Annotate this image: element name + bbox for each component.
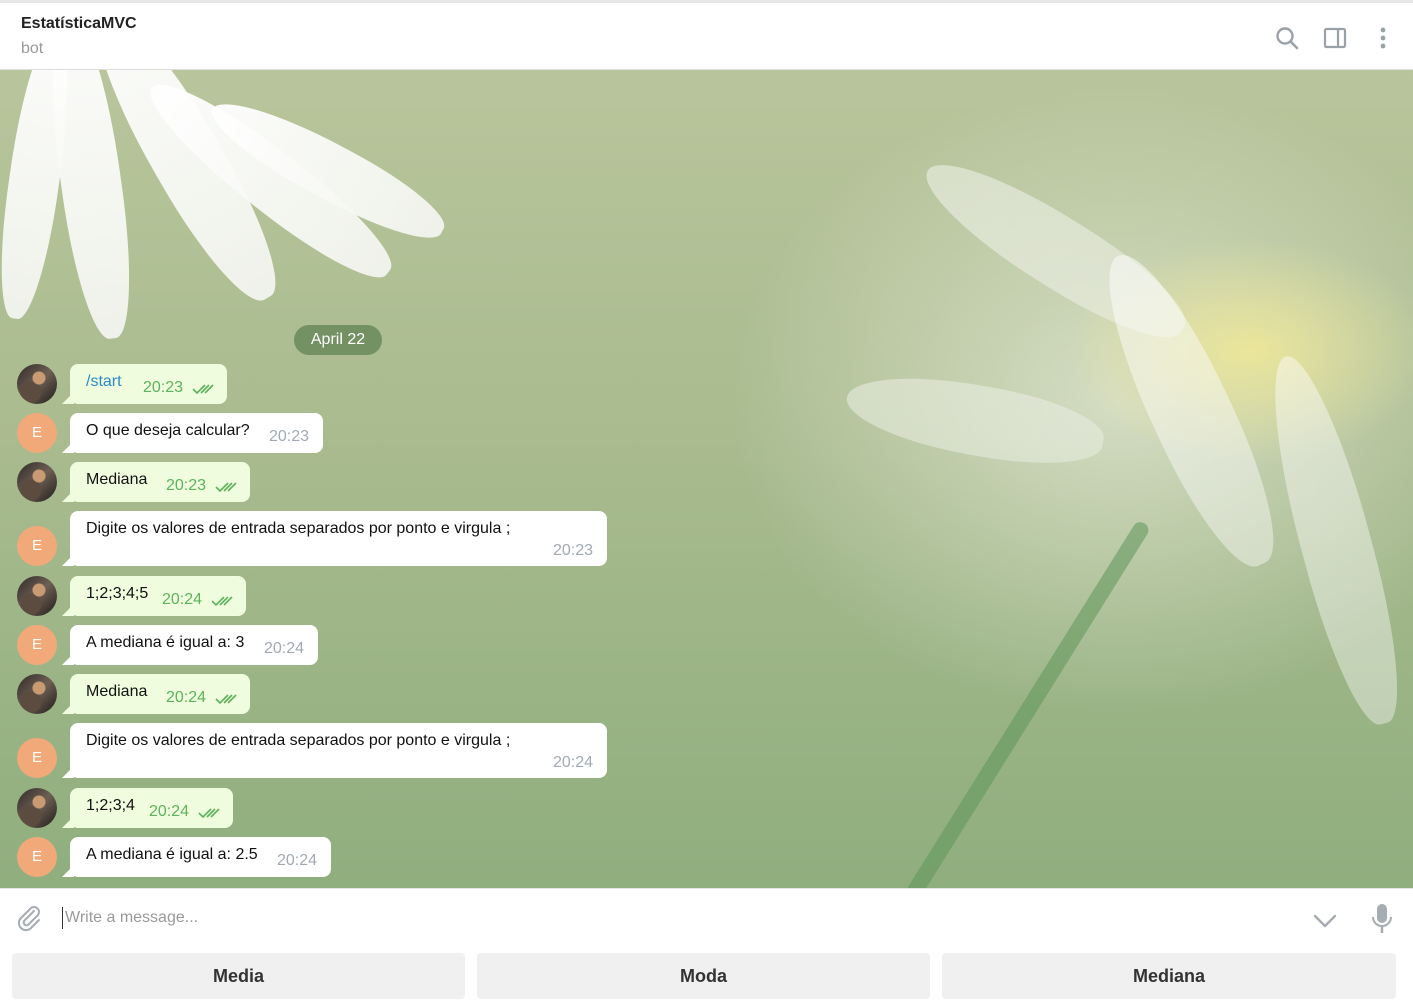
wallpaper-petal	[1252, 347, 1413, 733]
chat-title[interactable]: EstatísticaMVC	[21, 15, 137, 33]
outgoing-message[interactable]: 1;2;3;4;5 20:24	[70, 576, 246, 616]
message-composer: Write a message...	[0, 888, 1413, 949]
date-badge: April 22	[294, 325, 382, 355]
wallpaper-petal	[1081, 239, 1299, 581]
message-time: 20:23	[166, 477, 207, 494]
side-panel-icon[interactable]	[1322, 25, 1348, 51]
message-time: 20:24	[553, 754, 594, 771]
message-text: Digite os valores de entrada separados p…	[86, 520, 511, 537]
incoming-message[interactable]: Digite os valores de entrada separados p…	[70, 723, 607, 778]
bot-avatar[interactable]: E	[17, 738, 57, 778]
double-check-icon	[215, 694, 237, 705]
double-check-icon	[198, 808, 220, 819]
outgoing-message[interactable]: 1;2;3;4 20:24	[70, 788, 233, 828]
incoming-message[interactable]: O que deseja calcular? 20:23	[70, 413, 323, 453]
message-input[interactable]: Write a message...	[62, 907, 198, 929]
more-vertical-icon[interactable]	[1370, 25, 1396, 51]
chat-area[interactable]: April 22 /start 20:23 E O que deseja cal…	[0, 70, 1413, 888]
message-time: 20:23	[553, 542, 594, 559]
keyboard-button-mediana[interactable]: Mediana	[942, 953, 1396, 999]
paperclip-icon[interactable]	[14, 903, 44, 933]
message-time: 20:23	[269, 428, 310, 445]
chevron-down-icon[interactable]	[1312, 907, 1338, 933]
message-text: A mediana é igual a: 2.5	[86, 846, 258, 863]
bot-avatar[interactable]: E	[17, 413, 57, 453]
message-text: 1;2;3;4;5	[86, 585, 149, 602]
chat-subtitle: bot	[21, 40, 44, 57]
double-check-icon	[192, 384, 214, 395]
double-check-icon	[215, 482, 237, 493]
message-time: 20:24	[149, 803, 190, 820]
user-avatar[interactable]	[17, 788, 57, 828]
search-icon[interactable]	[1274, 25, 1300, 51]
message-text: 1;2;3;4	[86, 797, 135, 814]
user-avatar[interactable]	[17, 462, 57, 502]
bot-avatar[interactable]: E	[17, 625, 57, 665]
message-time: 20:24	[264, 640, 305, 657]
message-time: 20:24	[277, 852, 318, 869]
outgoing-message[interactable]: /start 20:23	[70, 364, 227, 404]
incoming-message[interactable]: A mediana é igual a: 2.5 20:24	[70, 837, 331, 877]
chat-header: EstatísticaMVC bot	[0, 0, 1413, 70]
message-text: O que deseja calcular?	[86, 422, 250, 439]
user-avatar[interactable]	[17, 576, 57, 616]
outgoing-message[interactable]: Mediana 20:23	[70, 462, 250, 502]
keyboard-button-moda[interactable]: Moda	[477, 953, 930, 999]
message-text: Mediana	[86, 683, 148, 700]
message-text: A mediana é igual a: 3	[86, 634, 245, 651]
microphone-icon[interactable]	[1369, 903, 1395, 935]
bot-avatar[interactable]: E	[17, 837, 57, 877]
wallpaper-petal	[840, 362, 1110, 478]
incoming-message[interactable]: A mediana é igual a: 3 20:24	[70, 625, 318, 665]
message-time: 20:24	[166, 689, 207, 706]
outgoing-message[interactable]: Mediana 20:24	[70, 674, 250, 714]
incoming-message[interactable]: Digite os valores de entrada separados p…	[70, 511, 607, 566]
bot-command-link[interactable]: /start	[86, 373, 122, 391]
user-avatar[interactable]	[17, 674, 57, 714]
wallpaper-stem	[904, 519, 1152, 888]
keyboard-button-media[interactable]: Media	[12, 953, 465, 999]
message-time: 20:23	[143, 379, 184, 396]
message-text: Digite os valores de entrada separados p…	[86, 732, 511, 749]
message-text: Mediana	[86, 471, 148, 488]
message-time: 20:24	[162, 591, 203, 608]
user-avatar[interactable]	[17, 364, 57, 404]
bot-keyboard: Media Moda Mediana	[0, 948, 1413, 1008]
bot-avatar[interactable]: E	[17, 526, 57, 566]
double-check-icon	[211, 596, 233, 607]
